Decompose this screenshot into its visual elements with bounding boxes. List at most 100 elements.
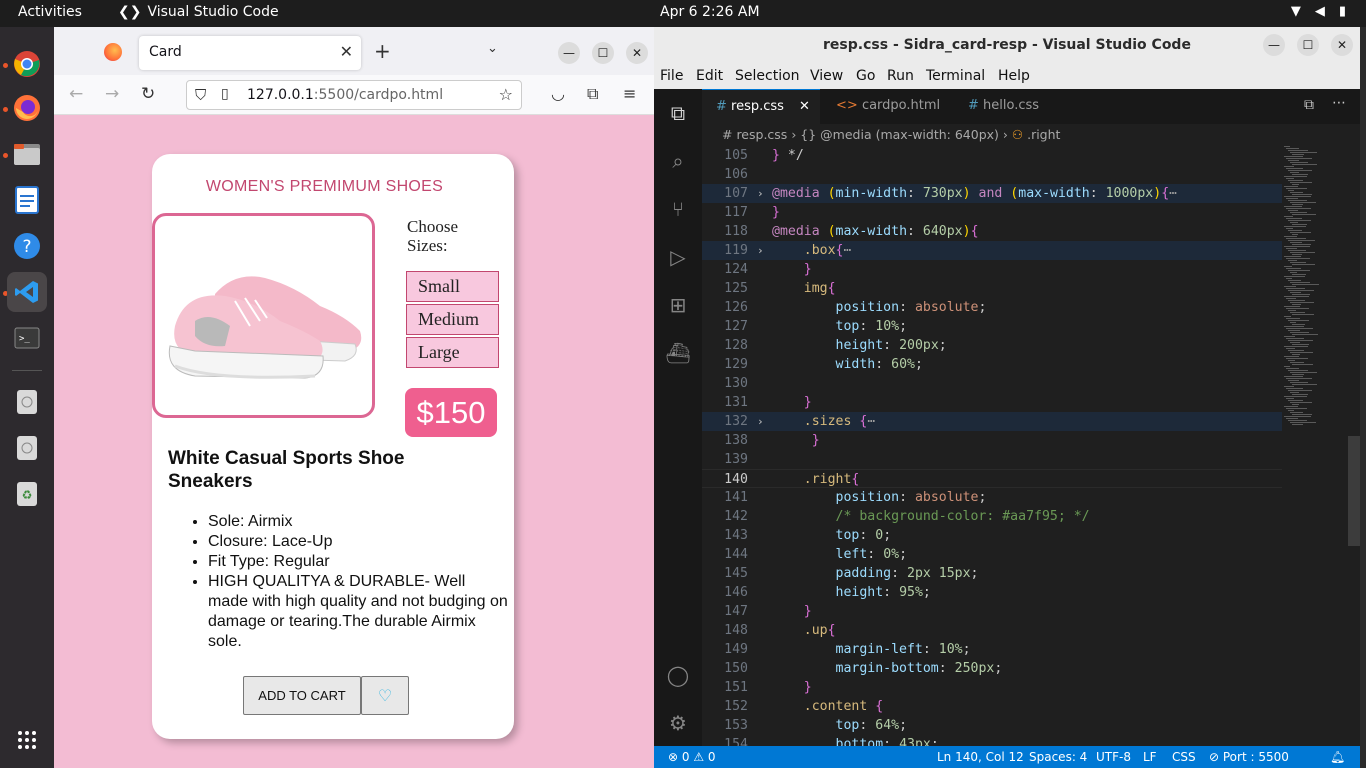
firefox-icon[interactable]: [7, 88, 47, 128]
code-line[interactable]: 146 height: 95%;: [702, 583, 1282, 602]
menu-edit[interactable]: Edit: [696, 68, 723, 84]
add-to-cart-button[interactable]: ADD TO CART: [243, 676, 361, 715]
code-line[interactable]: 145 padding: 2px 15px;: [702, 564, 1282, 583]
more-actions-icon[interactable]: ⋯: [1332, 95, 1346, 111]
chrome-icon[interactable]: [7, 44, 47, 84]
url-bar[interactable]: ⛉ ▯ 127.0.0.1:5500/cardpo.html ☆: [186, 80, 522, 110]
code-line[interactable]: 126 position: absolute;: [702, 298, 1282, 317]
code-line[interactable]: 143 top: 0;: [702, 526, 1282, 545]
clock[interactable]: Apr 6 2:26 AM: [660, 4, 760, 20]
size-small-button[interactable]: Small: [406, 271, 499, 302]
docker-icon[interactable]: ⛴: [665, 341, 690, 365]
size-large-button[interactable]: Large: [406, 337, 499, 368]
wishlist-button[interactable]: ♡: [361, 676, 409, 715]
size-medium-button[interactable]: Medium: [406, 304, 499, 335]
focused-app-menu[interactable]: ❮❯ Visual Studio Code: [118, 4, 279, 20]
extensions-icon[interactable]: ⧉: [587, 84, 598, 104]
code-line[interactable]: 119 › .box{⋯: [702, 241, 1282, 260]
code-line[interactable]: 147 }: [702, 602, 1282, 621]
code-line[interactable]: 149 margin-left: 10%;: [702, 640, 1282, 659]
language-mode[interactable]: CSS: [1172, 750, 1196, 764]
new-tab-button[interactable]: +: [374, 39, 391, 63]
code-line[interactable]: 128 height: 200px;: [702, 336, 1282, 355]
code-line[interactable]: 130: [702, 374, 1282, 393]
code-line[interactable]: 105} */: [702, 146, 1282, 165]
menu-icon[interactable]: ≡: [623, 84, 636, 103]
terminal-icon[interactable]: >_: [7, 318, 47, 358]
menu-selection[interactable]: Selection: [735, 68, 800, 84]
menu-view[interactable]: View: [810, 68, 843, 84]
breadcrumb-file[interactable]: # resp.css: [722, 127, 787, 142]
cursor-position[interactable]: Ln 140, Col 12: [937, 750, 1024, 764]
back-icon[interactable]: ←: [69, 84, 83, 104]
code-line[interactable]: 151 }: [702, 678, 1282, 697]
bell-icon[interactable]: 🔔︎: [1330, 750, 1345, 764]
maximize-button[interactable]: ☐: [592, 42, 614, 64]
code-line[interactable]: 148 .up{: [702, 621, 1282, 640]
code-line[interactable]: 141 position: absolute;: [702, 488, 1282, 507]
breadcrumb-selector[interactable]: .right: [1027, 127, 1060, 142]
code-line[interactable]: 153 top: 64%;: [702, 716, 1282, 735]
scrollbar-thumb[interactable]: [1348, 436, 1360, 546]
chevron-down-icon[interactable]: ⌄: [487, 41, 498, 56]
encoding[interactable]: UTF-8: [1096, 750, 1131, 764]
show-apps-icon[interactable]: [7, 720, 47, 760]
menu-file[interactable]: File: [660, 68, 683, 84]
gear-icon[interactable]: ⚙: [666, 711, 690, 735]
explorer-icon[interactable]: ⧉: [666, 101, 690, 125]
system-tray[interactable]: ▼ ◀ ▮: [1291, 4, 1346, 19]
editor-scrollbar[interactable]: [1348, 146, 1360, 746]
code-line[interactable]: 125 img{: [702, 279, 1282, 298]
minimize-button[interactable]: —: [558, 42, 580, 64]
page-icon[interactable]: ▯: [221, 86, 229, 102]
pocket-icon[interactable]: ◡: [551, 84, 565, 103]
close-icon[interactable]: ✕: [340, 42, 353, 61]
code-line[interactable]: 124 }: [702, 260, 1282, 279]
code-line[interactable]: 131 }: [702, 393, 1282, 412]
minimize-button[interactable]: —: [1263, 34, 1285, 56]
indentation[interactable]: Spaces: 4: [1029, 750, 1087, 764]
code-line[interactable]: 132 › .sizes {⋯: [702, 412, 1282, 431]
close-window-button[interactable]: ✕: [1331, 34, 1353, 56]
code-line[interactable]: 144 left: 0%;: [702, 545, 1282, 564]
code-line[interactable]: 117}: [702, 203, 1282, 222]
code-line[interactable]: 138 }: [702, 431, 1282, 450]
vscode-icon[interactable]: [7, 272, 47, 312]
search-icon[interactable]: ⌕: [666, 149, 690, 173]
files-icon[interactable]: [7, 134, 47, 174]
disk-drive-icon[interactable]: [7, 382, 47, 422]
menu-go[interactable]: Go: [856, 68, 875, 84]
line-ending[interactable]: LF: [1143, 750, 1157, 764]
code-line[interactable]: 107 › @media (min-width: 730px) and (max-w…: [702, 184, 1282, 203]
libreoffice-writer-icon[interactable]: [7, 180, 47, 220]
code-line[interactable]: 127 top: 10%;: [702, 317, 1282, 336]
maximize-button[interactable]: ☐: [1297, 34, 1319, 56]
fold-chevron-icon[interactable]: ›: [757, 241, 764, 260]
code-line[interactable]: 152 .content {: [702, 697, 1282, 716]
firefox-view-icon[interactable]: [104, 43, 122, 61]
tab-hello-css[interactable]: # hello.css: [954, 89, 1072, 124]
code-line[interactable]: 118 @media (max-width: 640px){: [702, 222, 1282, 241]
close-window-button[interactable]: ✕: [626, 42, 648, 64]
code-line[interactable]: 139: [702, 450, 1282, 469]
split-editor-icon[interactable]: ⧉: [1304, 97, 1314, 113]
code-line[interactable]: 150 margin-bottom: 250px;: [702, 659, 1282, 678]
live-server-port[interactable]: ⊘ Port : 5500: [1209, 750, 1289, 764]
breadcrumb-media[interactable]: {} @media (max-width: 640px): [800, 127, 999, 142]
trash-icon[interactable]: ♻: [7, 474, 47, 514]
tab-resp-css[interactable]: # resp.css ✕: [702, 89, 820, 124]
code-line[interactable]: 106: [702, 165, 1282, 184]
extensions-icon[interactable]: ⊞: [666, 293, 690, 317]
close-icon[interactable]: ✕: [799, 99, 810, 114]
menu-run[interactable]: Run: [887, 68, 914, 84]
shield-icon[interactable]: ⛉: [195, 86, 206, 104]
forward-icon[interactable]: →: [105, 84, 119, 104]
source-control-icon[interactable]: ⑂: [666, 197, 690, 221]
code-line[interactable]: 129 width: 60%;: [702, 355, 1282, 374]
menu-terminal[interactable]: Terminal: [926, 68, 985, 84]
fold-chevron-icon[interactable]: ›: [757, 412, 764, 431]
help-icon[interactable]: ?: [7, 226, 47, 266]
problems-indicator[interactable]: ⊗ 0 ⚠ 0: [668, 750, 716, 764]
disk-drive-icon-2[interactable]: [7, 428, 47, 468]
reload-icon[interactable]: ↻: [141, 84, 155, 104]
